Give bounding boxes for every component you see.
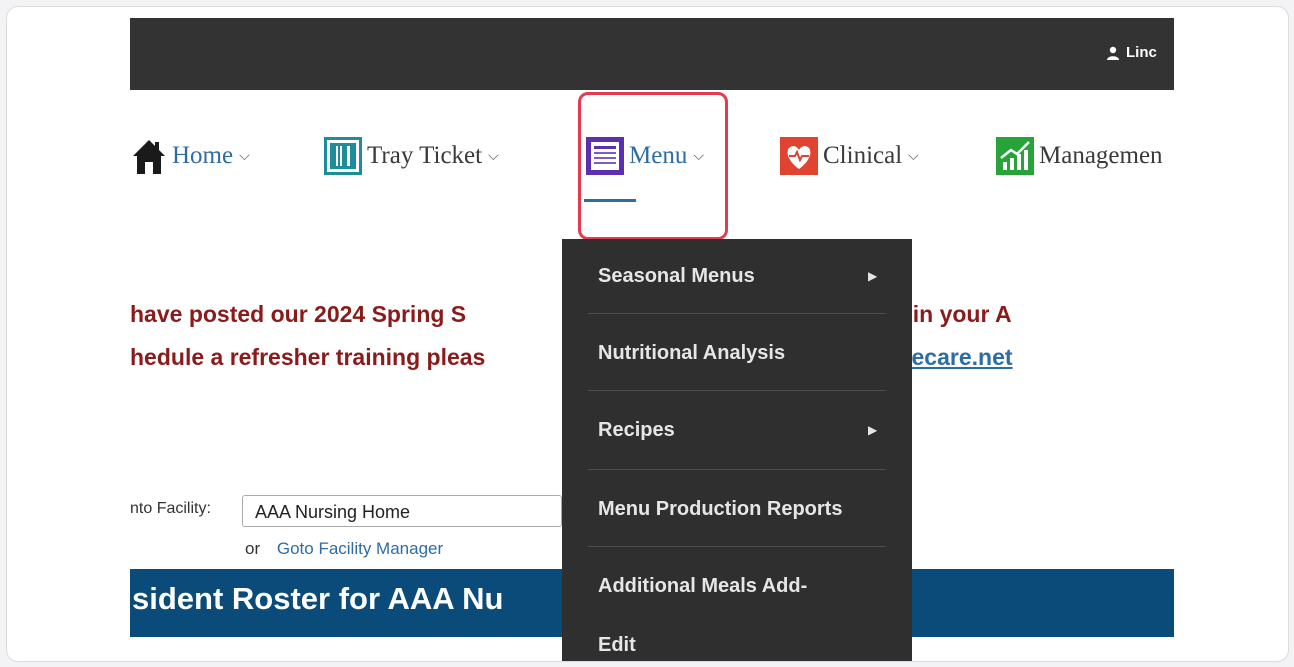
roster-title: sident Roster for AAA Nu: [132, 581, 504, 616]
heart-pulse-icon: [779, 136, 819, 176]
divider: [588, 313, 886, 314]
dropdown-item-additional-meals-add-edit[interactable]: Additional Meals Add-: [598, 575, 807, 598]
facility-select[interactable]: AAA Nursing Home: [242, 495, 562, 527]
dropdown-item-seasonal-menus[interactable]: Seasonal Menus: [598, 265, 755, 288]
announcement-text-2a: hedule a refresher training pleas: [130, 344, 486, 370]
announcement-line-1: have posted our 2024 Spring S e availabl…: [130, 301, 1012, 328]
dropdown-item-nutritional-analysis[interactable]: Nutritional Analysis: [598, 342, 785, 365]
submenu-arrow-icon: ▶: [868, 269, 878, 283]
chevron-down-icon: ⌵: [908, 148, 919, 164]
browser-viewport: Linc Home ⌵ Tray Ticket ⌵ Menu ⌵ Clinica…: [130, 18, 1174, 661]
dropdown-item-menu-production-reports[interactable]: Menu Production Reports: [598, 498, 842, 521]
home-icon: [130, 136, 168, 176]
goto-facility-manager-link[interactable]: Goto Facility Manager: [277, 539, 443, 558]
user-menu[interactable]: Linc: [1106, 44, 1157, 61]
chevron-down-icon: ⌵: [239, 148, 250, 164]
chevron-down-icon: ⌵: [488, 148, 499, 164]
nav-management-label: Managemen: [1039, 142, 1163, 169]
nav-tray-ticket-label: Tray Ticket: [367, 142, 483, 169]
nav-management[interactable]: Managemen: [995, 136, 1163, 176]
goto-row: or Goto Facility Manager: [245, 539, 443, 559]
nav-home-label: Home: [172, 142, 234, 169]
announcement-line-2: hedule a refresher training pleas @supre…: [130, 344, 1013, 371]
screenshot-card: Linc Home ⌵ Tray Ticket ⌵ Menu ⌵ Clinica…: [6, 6, 1289, 662]
divider: [588, 469, 886, 470]
nav-clinical-label: Clinical: [823, 142, 903, 169]
user-name: Linc: [1126, 44, 1157, 61]
divider: [588, 390, 886, 391]
nav-tray-ticket[interactable]: Tray Ticket ⌵: [323, 136, 499, 176]
nav-clinical[interactable]: Clinical ⌵: [779, 136, 919, 176]
divider: [588, 546, 886, 547]
submenu-arrow-icon: ▶: [868, 423, 878, 437]
user-icon: [1107, 46, 1119, 60]
or-text: or: [245, 539, 261, 558]
chart-growth-icon: [995, 136, 1035, 176]
announcement-text-1a: have posted our 2024 Spring S: [130, 301, 467, 327]
top-bar: Linc: [130, 18, 1174, 90]
menu-highlight-box: [578, 92, 728, 240]
menu-dropdown: Seasonal Menus ▶ Nutritional Analysis Re…: [562, 239, 912, 661]
dropdown-item-additional-meals-edit-line[interactable]: Edit: [598, 634, 636, 657]
dropdown-item-recipes[interactable]: Recipes: [598, 419, 675, 442]
facility-label: nto Facility:: [130, 500, 211, 517]
utensils-icon: [323, 136, 363, 176]
nav-home[interactable]: Home ⌵: [130, 136, 250, 176]
